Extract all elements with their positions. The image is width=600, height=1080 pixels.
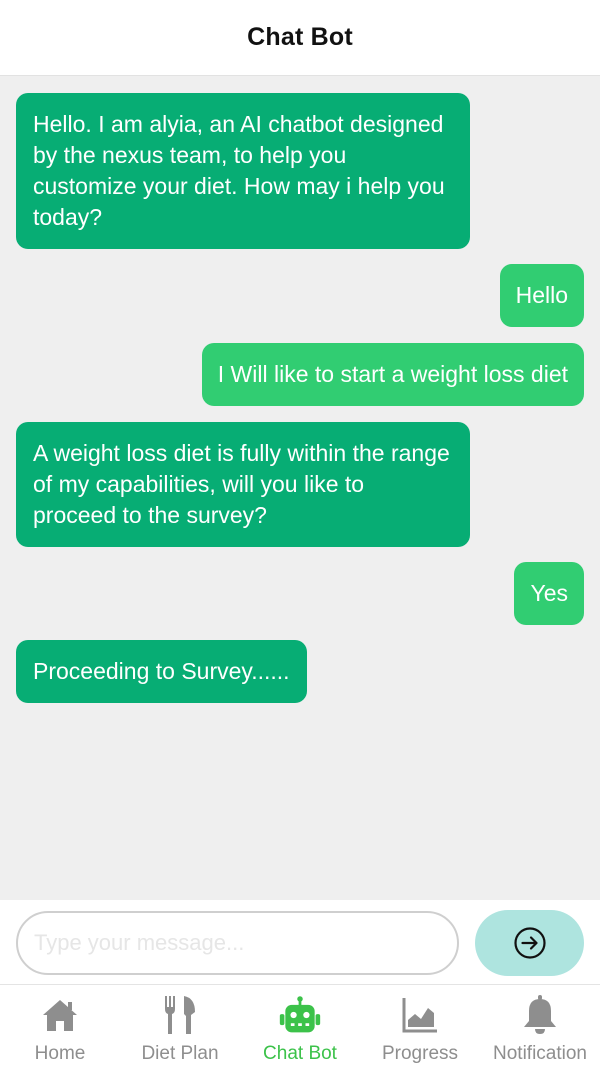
fork-knife-icon	[158, 993, 202, 1037]
bot-message: Proceeding to Survey......	[16, 640, 307, 703]
tab-progress[interactable]: Progress	[360, 985, 480, 1080]
user-message: Hello	[499, 264, 584, 327]
page-title: Chat Bot	[247, 23, 353, 51]
send-button[interactable]	[475, 910, 584, 976]
chat-area[interactable]: Hello. I am alyia, an AI chatbot designe…	[0, 77, 600, 900]
tab-label: Progress	[381, 1043, 459, 1064]
user-message: I Will like to start a weight loss diet	[201, 343, 584, 406]
robot-icon	[278, 993, 322, 1037]
bot-message: Hello. I am alyia, an AI chatbot designe…	[16, 93, 470, 249]
area-chart-icon	[398, 993, 442, 1037]
message-input[interactable]	[16, 911, 459, 975]
tab-label: Home	[34, 1043, 86, 1064]
user-message: Yes	[514, 562, 584, 625]
header: Chat Bot	[0, 0, 600, 76]
tab-label: Chat Bot	[263, 1043, 337, 1064]
tab-chat-bot[interactable]: Chat Bot	[240, 985, 360, 1080]
tab-label: Diet Plan	[141, 1043, 219, 1064]
tab-notification[interactable]: Notification	[480, 985, 600, 1080]
bell-icon	[518, 993, 562, 1037]
message-composer	[0, 900, 600, 984]
bot-message: A weight loss diet is fully within the r…	[16, 422, 470, 547]
bottom-tab-bar: Home Diet Plan Chat Bot Progress Notific…	[0, 984, 600, 1080]
home-icon	[38, 993, 82, 1037]
tab-home[interactable]: Home	[0, 985, 120, 1080]
tab-label: Notification	[493, 1043, 587, 1064]
tab-diet-plan[interactable]: Diet Plan	[120, 985, 240, 1080]
arrow-right-circle-icon	[513, 927, 546, 959]
